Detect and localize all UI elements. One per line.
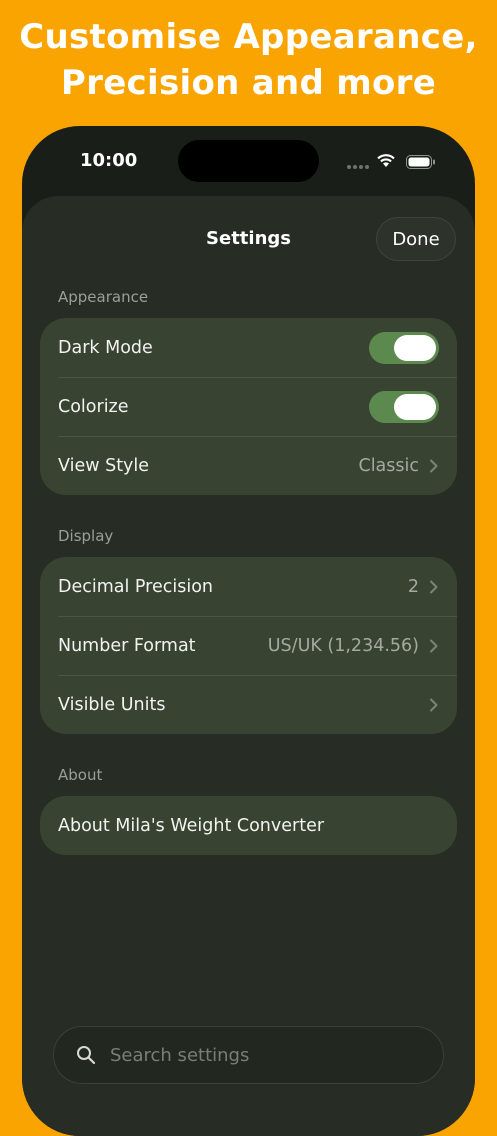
dark-mode-toggle[interactable]	[369, 331, 439, 364]
search-field[interactable]: Search settings	[53, 1026, 444, 1084]
number-format-value: US/UK (1,234.56)	[267, 635, 419, 656]
display-group: Decimal Precision 2 Number Format US/UK …	[40, 557, 457, 734]
dark-mode-label: Dark Mode	[58, 337, 153, 358]
about-group: About Mila's Weight Converter	[40, 796, 457, 855]
wifi-icon	[377, 154, 395, 167]
settings-sheet: Settings Done Appearance Dark Mode Color…	[22, 196, 475, 1136]
view-style-value: Classic	[358, 455, 419, 476]
chevron-right-icon	[430, 639, 438, 652]
toggle-knob	[394, 334, 436, 361]
chevron-right-icon	[430, 459, 438, 472]
decimal-precision-value: 2	[407, 576, 419, 597]
decimal-precision-label: Decimal Precision	[58, 576, 214, 597]
colorize-toggle[interactable]	[369, 390, 439, 423]
search-icon	[77, 1046, 96, 1065]
headline-line-2: Precision and more	[60, 63, 437, 103]
signal-dots-icon	[347, 165, 369, 169]
status-time: 10:00	[80, 150, 138, 171]
colorize-label: Colorize	[58, 396, 129, 417]
headline-line-1: Customise Appearance,	[19, 17, 478, 57]
search-placeholder: Search settings	[110, 1044, 250, 1066]
view-style-row[interactable]: View Style Classic	[40, 436, 457, 495]
toggle-knob	[394, 393, 436, 420]
promo-headline: Customise Appearance, Precision and more	[0, 14, 497, 106]
section-label-appearance: Appearance	[58, 288, 149, 306]
about-app-row[interactable]: About Mila's Weight Converter	[40, 796, 457, 855]
dynamic-island	[178, 140, 319, 182]
colorize-row: Colorize	[40, 377, 457, 436]
section-label-display: Display	[58, 527, 114, 545]
chevron-right-icon	[430, 698, 438, 711]
section-label-about: About	[58, 766, 103, 784]
view-style-label: View Style	[58, 455, 150, 476]
chevron-right-icon	[430, 580, 438, 593]
battery-icon	[406, 155, 435, 169]
phone-frame: 10:00 Settings Done Appearance Dark Mode…	[22, 126, 475, 1136]
appearance-group: Dark Mode Colorize View Style Classic	[40, 318, 457, 495]
visible-units-label: Visible Units	[58, 694, 166, 715]
decimal-precision-row[interactable]: Decimal Precision 2	[40, 557, 457, 616]
visible-units-row[interactable]: Visible Units	[40, 675, 457, 734]
dark-mode-row: Dark Mode	[40, 318, 457, 377]
number-format-label: Number Format	[58, 635, 196, 656]
number-format-row[interactable]: Number Format US/UK (1,234.56)	[40, 616, 457, 675]
about-app-label: About Mila's Weight Converter	[58, 815, 325, 836]
done-button[interactable]: Done	[376, 217, 456, 261]
